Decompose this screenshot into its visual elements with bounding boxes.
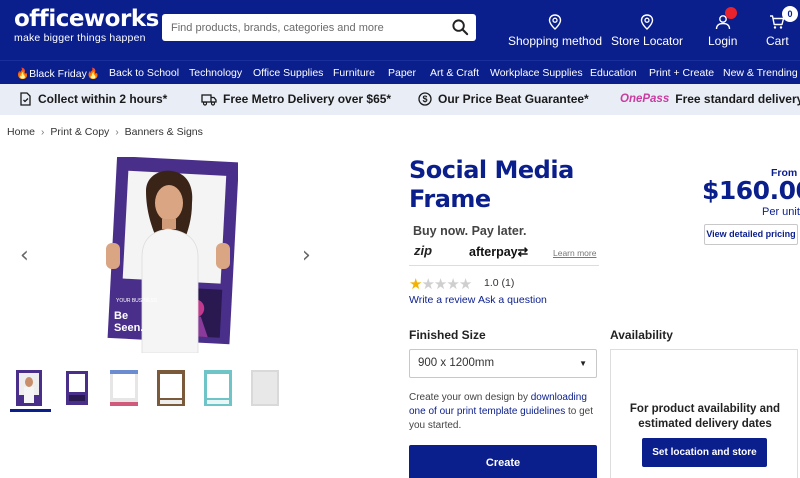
gallery-prev-arrow[interactable]: ‹	[20, 243, 29, 268]
zip-logo: zip	[414, 243, 433, 258]
breadcrumb-banners-signs[interactable]: Banners & Signs	[125, 126, 203, 138]
site-header: officeworks make bigger things happen Sh…	[0, 0, 800, 60]
thumbnail-2[interactable]	[60, 368, 94, 408]
chevron-right-icon: ›	[41, 127, 45, 138]
nav-item-black-friday[interactable]: 🔥Black Friday🔥	[16, 67, 100, 80]
login-label: Login	[708, 34, 738, 48]
afterpay-arrows-icon: ⇄	[517, 245, 529, 259]
promo-delivery[interactable]: Free Metro Delivery over $65*	[201, 92, 391, 106]
main-nav: 🔥Black Friday🔥 Back to School Technology…	[0, 60, 800, 84]
afterpay-logo: afterpay⇄	[469, 244, 528, 259]
location-pin-icon	[548, 14, 562, 30]
click-collect-icon	[20, 92, 31, 106]
nav-item-print-create[interactable]: Print + Create	[649, 67, 714, 79]
create-button[interactable]: Create	[409, 445, 597, 478]
per-unit-label: Per unit	[762, 206, 800, 218]
search-input[interactable]	[162, 14, 442, 41]
ask-question-link[interactable]: Ask a question	[478, 294, 547, 306]
availability-text: For product availability and estimated d…	[629, 403, 781, 430]
nav-item-art-craft[interactable]: Art & Craft	[430, 67, 479, 79]
promo-onepass[interactable]: OnePass Free standard delivery*	[620, 92, 800, 106]
truck-icon	[201, 93, 217, 106]
set-location-button[interactable]: Set location and store	[642, 438, 767, 467]
availability-panel: For product availability and estimated d…	[610, 349, 798, 478]
create-text-start: Create your own design by	[409, 392, 531, 403]
svg-text:$: $	[422, 94, 427, 104]
thumbnail-1[interactable]	[12, 368, 46, 408]
product-price: $160.00	[702, 176, 800, 205]
store-locator-button[interactable]: Store Locator	[611, 14, 683, 48]
dollar-circle-icon: $	[418, 92, 432, 106]
officeworks-logo[interactable]: officeworks make bigger things happen	[14, 7, 159, 44]
search-bar	[162, 14, 476, 41]
gallery-next-arrow[interactable]: ›	[302, 243, 311, 268]
nav-item-new-trending[interactable]: New & Trending	[723, 67, 798, 79]
breadcrumb-print-copy[interactable]: Print & Copy	[50, 126, 109, 138]
notification-dot	[725, 7, 737, 19]
thumbnail-4[interactable]	[154, 368, 188, 408]
finished-size-value: 900 x 1200mm	[418, 357, 495, 369]
chevron-right-icon: ›	[115, 127, 119, 138]
rating-value[interactable]: 1.0 (1)	[484, 277, 514, 289]
promo-delivery-label: Free Metro Delivery over $65*	[223, 92, 392, 106]
finished-size-select[interactable]: 900 x 1200mm ▼	[409, 349, 597, 378]
nav-item-back-to-school[interactable]: Back to School	[109, 67, 179, 79]
promo-price-beat-label: Our Price Beat Guarantee*	[438, 92, 589, 106]
star-rating: ★★★★★	[409, 275, 472, 293]
star-empty-icon: ★	[421, 276, 434, 293]
shopping-method-button[interactable]: Shopping method	[508, 14, 602, 48]
thumbnail-selected-indicator	[10, 409, 51, 412]
thumbnail-3[interactable]	[107, 368, 141, 408]
create-instructions: Create your own design by downloading on…	[409, 391, 599, 433]
nav-item-workplace-supplies[interactable]: Workplace Supplies	[490, 67, 583, 79]
view-detailed-pricing-button[interactable]: View detailed pricing	[704, 224, 798, 245]
nav-item-office-supplies[interactable]: Office Supplies	[253, 67, 323, 79]
fire-icon: 🔥	[16, 68, 30, 80]
promo-collect-label: Collect within 2 hours*	[38, 92, 168, 106]
finished-size-label: Finished Size	[409, 328, 486, 342]
nav-item-education[interactable]: Education	[590, 67, 637, 79]
breadcrumb: Home › Print & Copy › Banners & Signs	[7, 126, 203, 138]
store-locator-label: Store Locator	[611, 34, 684, 48]
promo-price-beat[interactable]: $ Our Price Beat Guarantee*	[418, 92, 589, 106]
cart-count-badge: 0	[782, 6, 798, 22]
frame-text-seen: Seen.	[114, 322, 143, 334]
star-filled-icon: ★	[409, 276, 422, 293]
learn-more-link[interactable]: Learn more	[553, 248, 596, 258]
product-title: Social Media Frame	[409, 156, 574, 213]
availability-label: Availability	[610, 328, 673, 342]
onepass-logo: OnePass	[620, 93, 670, 105]
nav-item-paper[interactable]: Paper	[388, 67, 416, 79]
promo-onepass-label: Free standard delivery*	[675, 92, 800, 106]
search-icon[interactable]	[451, 18, 470, 37]
thumbnail-5[interactable]	[201, 368, 235, 408]
nav-item-furniture[interactable]: Furniture	[333, 67, 375, 79]
product-main-image: YOUR BUSINESS Be Seen.	[106, 157, 238, 353]
login-button[interactable]: Login	[708, 14, 737, 48]
star-empty-icon: ★	[433, 276, 447, 293]
afterpay-label: afterpay	[469, 245, 518, 259]
write-review-link[interactable]: Write a review	[409, 294, 475, 306]
logo-tagline: make bigger things happen	[14, 32, 146, 44]
cart-label: Cart	[766, 34, 789, 48]
frame-text-small: YOUR BUSINESS	[116, 298, 158, 304]
nav-item-technology[interactable]: Technology	[189, 67, 242, 79]
star-empty-icon: ★	[458, 276, 472, 293]
promo-bar: Collect within 2 hours* Free Metro Deliv…	[0, 84, 800, 115]
breadcrumb-home[interactable]: Home	[7, 126, 35, 138]
thumbnail-6[interactable]	[248, 368, 282, 408]
shopping-method-label: Shopping method	[508, 34, 603, 48]
store-pin-icon	[640, 14, 654, 30]
star-empty-icon: ★	[446, 276, 459, 293]
frame-text-be: Be	[114, 310, 128, 322]
fire-icon: 🔥	[86, 68, 100, 80]
nav-item-label: Black Friday	[29, 68, 87, 80]
bnpl-options: zip afterpay⇄ Learn more	[409, 242, 599, 266]
caret-down-icon: ▼	[579, 359, 587, 368]
logo-text: officeworks	[14, 6, 159, 32]
promo-collect[interactable]: Collect within 2 hours*	[18, 92, 167, 106]
bnpl-heading: Buy now. Pay later.	[413, 224, 527, 238]
